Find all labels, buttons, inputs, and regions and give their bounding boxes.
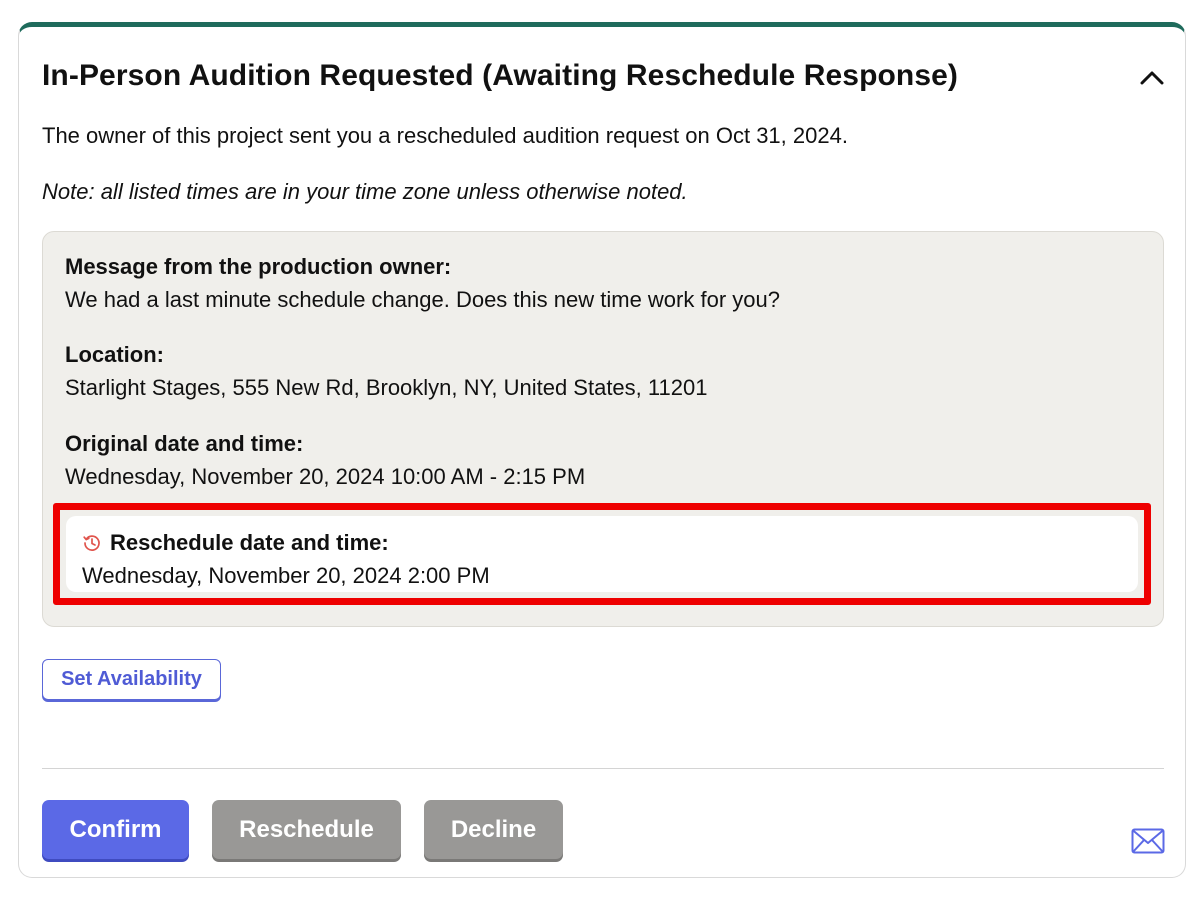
reschedule-label-row: Reschedule date and time:	[82, 530, 389, 556]
decline-button[interactable]: Decline	[424, 800, 563, 859]
set-availability-button[interactable]: Set Availability	[42, 659, 221, 700]
location-label: Location:	[65, 342, 164, 367]
history-clock-icon	[83, 535, 100, 551]
reschedule-button[interactable]: Reschedule	[212, 800, 401, 859]
audition-request-card: In-Person Audition Requested (Awaiting R…	[18, 22, 1186, 878]
confirm-button[interactable]: Confirm	[42, 800, 189, 859]
audition-details-panel: Message from the production owner: We ha…	[42, 231, 1164, 627]
card-title: In-Person Audition Requested (Awaiting R…	[42, 59, 959, 92]
original-datetime-value: Wednesday, November 20, 2024 10:00 AM - …	[65, 464, 586, 489]
location-value: Starlight Stages, 555 New Rd, Brooklyn, …	[65, 375, 708, 400]
message-label: Message from the production owner:	[65, 254, 452, 279]
divider	[42, 768, 1164, 769]
chevron-up-icon	[1140, 71, 1164, 85]
timezone-note: Note: all listed times are in your time …	[42, 179, 688, 204]
message-value: We had a last minute schedule change. Do…	[65, 287, 780, 312]
collapse-button[interactable]	[1135, 61, 1169, 95]
reschedule-datetime-label: Reschedule date and time:	[110, 530, 389, 555]
request-intro-text: The owner of this project sent you a res…	[42, 123, 848, 148]
reschedule-datetime-value: Wednesday, November 20, 2024 2:00 PM	[82, 563, 490, 588]
original-datetime-label: Original date and time:	[65, 431, 304, 456]
reschedule-section: Reschedule date and time: Wednesday, Nov…	[66, 516, 1138, 592]
envelope-icon	[1131, 828, 1165, 854]
message-button[interactable]	[1131, 828, 1165, 854]
reschedule-highlight: Reschedule date and time: Wednesday, Nov…	[53, 503, 1151, 605]
